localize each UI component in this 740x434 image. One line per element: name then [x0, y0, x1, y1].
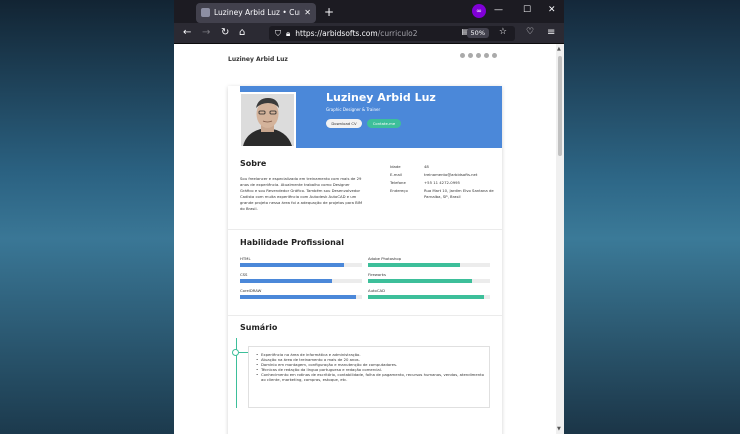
shield-icon[interactable]: ⛉ — [275, 29, 281, 39]
info-value: Rua Mart 10, Jardim Elvo Santana de Parn… — [424, 188, 494, 199]
behance-icon[interactable] — [460, 53, 465, 58]
site-favicon-icon — [201, 8, 210, 17]
scroll-down-icon[interactable]: ▼ — [557, 426, 561, 432]
window-close-button[interactable]: ✕ — [548, 5, 556, 15]
tab-close-icon[interactable]: ✕ — [304, 8, 311, 17]
browser-window: Luziney Arbid Luz • Currículo ✕ + ∞ — ☐ … — [174, 0, 564, 434]
info-value: +55 11 4272-0995 — [424, 180, 460, 185]
vertical-scrollbar[interactable]: ▲ ▼ — [556, 44, 564, 434]
timeline-dot — [232, 349, 239, 356]
skill-coreldraw: CorelDRAW — [240, 288, 362, 299]
url-text[interactable]: https://arbidsofts.com/curriculo2 — [295, 29, 417, 38]
page-viewport: Luziney Arbid Luz Luziney Arbid Luz Grap… — [174, 44, 564, 434]
download-cv-button[interactable]: Download CV — [326, 119, 362, 128]
dribbble-icon[interactable] — [476, 53, 481, 58]
info-row-email: E-mail treinamento@arbidsofts.net — [390, 172, 500, 178]
info-label: E-mail — [390, 172, 402, 177]
contact-button[interactable]: Contate-me — [367, 119, 401, 128]
personal-info: Idade 48 E-mail treinamento@arbidsofts.n… — [390, 164, 500, 200]
skill-name: Adobe Photoshop — [368, 256, 402, 261]
summary-title: Sumário — [240, 323, 278, 332]
skill-track — [240, 263, 362, 267]
profile-role: Graphic Designer & Trainer — [326, 107, 381, 112]
info-row-age: Idade 48 — [390, 164, 500, 170]
skill-fill — [240, 279, 332, 283]
scroll-up-icon[interactable]: ▲ — [557, 46, 561, 52]
skill-track — [240, 279, 362, 283]
info-label: Endereço — [390, 188, 408, 193]
info-value: 48 — [424, 164, 429, 169]
active-tab[interactable]: Luziney Arbid Luz • Currículo ✕ — [196, 2, 316, 23]
info-row-address: Endereço Rua Mart 10, Jardim Elvo Santan… — [390, 188, 500, 200]
info-row-phone: Telefone +55 11 4272-0995 — [390, 180, 500, 186]
bookmark-star-icon[interactable]: ☆ — [499, 27, 507, 37]
home-icon[interactable]: ⌂ — [239, 27, 245, 38]
list-item: Conhecimento em rotinas de escritório, c… — [256, 372, 486, 382]
skill-track — [368, 263, 490, 267]
info-label: Idade — [390, 164, 401, 169]
section-divider — [228, 315, 502, 316]
skill-fill — [368, 279, 472, 283]
profile-photo — [239, 92, 296, 148]
resume-card: Luziney Arbid Luz Graphic Designer & Tra… — [228, 86, 502, 434]
maximize-button[interactable]: ☐ — [523, 5, 531, 15]
scrollbar-thumb[interactable] — [558, 56, 562, 156]
tab-bar: Luziney Arbid Luz • Currículo ✕ + ∞ — ☐ … — [174, 0, 564, 23]
info-label: Telefone — [390, 180, 406, 185]
skill-name: Fireworks — [368, 272, 386, 277]
desktop-wallpaper-left — [0, 0, 174, 434]
back-arrow-icon[interactable]: ← — [183, 27, 191, 38]
forward-arrow-icon[interactable]: → — [202, 27, 210, 38]
section-divider — [228, 229, 502, 230]
skill-track — [368, 279, 490, 283]
skill-fill — [368, 263, 460, 267]
site-header-name[interactable]: Luziney Arbid Luz — [228, 56, 288, 63]
skill-fill — [368, 295, 484, 299]
skill-track — [240, 295, 362, 299]
profile-hero: Luziney Arbid Luz Graphic Designer & Tra… — [239, 86, 502, 148]
skill-photoshop: Adobe Photoshop — [368, 256, 490, 267]
about-text: Sou freelancer e especializado em treina… — [240, 176, 363, 211]
info-value[interactable]: treinamento@arbidsofts.net — [424, 172, 500, 178]
skill-name: CorelDRAW — [240, 288, 262, 293]
about-title: Sobre — [240, 159, 267, 168]
pocket-icon[interactable]: ♡ — [526, 27, 534, 37]
skill-name: AutoCAD — [368, 288, 385, 293]
github-icon[interactable] — [484, 53, 489, 58]
social-links — [460, 53, 497, 58]
skill-fill — [240, 263, 344, 267]
profile-name: Luziney Arbid Luz — [326, 91, 436, 104]
skill-track — [368, 295, 490, 299]
instagram-icon[interactable] — [492, 53, 497, 58]
summary-list: Experiência na área de informática e adm… — [256, 352, 486, 382]
tab-title: Luziney Arbid Luz • Currículo — [214, 8, 300, 17]
skill-html: HTML — [240, 256, 362, 267]
url-domain: https://arbidsofts.com — [295, 29, 378, 38]
desktop-wallpaper-right — [564, 0, 740, 434]
skill-autocad: AutoCAD — [368, 288, 490, 299]
skill-name: CSS — [240, 272, 248, 277]
reload-icon[interactable]: ↻ — [221, 27, 229, 38]
zoom-level-badge[interactable]: 50% — [466, 28, 489, 38]
skill-name: HTML — [240, 256, 251, 261]
skill-css: CSS — [240, 272, 362, 283]
address-bar[interactable]: ⛉ 🔒︎ https://arbidsofts.com/curriculo2 ▤… — [269, 26, 515, 41]
url-path: /curriculo2 — [377, 29, 418, 38]
timeline-connector — [239, 352, 248, 353]
skill-fireworks: Fireworks — [368, 272, 490, 283]
new-tab-button[interactable]: + — [324, 5, 334, 19]
minimize-button[interactable]: — — [494, 5, 503, 15]
hamburger-menu-icon[interactable]: ≡ — [547, 27, 555, 38]
linkedin-icon[interactable] — [468, 53, 473, 58]
lock-icon[interactable]: 🔒︎ — [286, 29, 290, 39]
navigation-toolbar: ← → ↻ ⌂ ⛉ 🔒︎ https://arbidsofts.com/curr… — [174, 23, 564, 44]
skills-title: Habilidade Profissional — [240, 238, 344, 247]
skill-fill — [240, 295, 356, 299]
private-browsing-icon[interactable]: ∞ — [472, 4, 486, 18]
